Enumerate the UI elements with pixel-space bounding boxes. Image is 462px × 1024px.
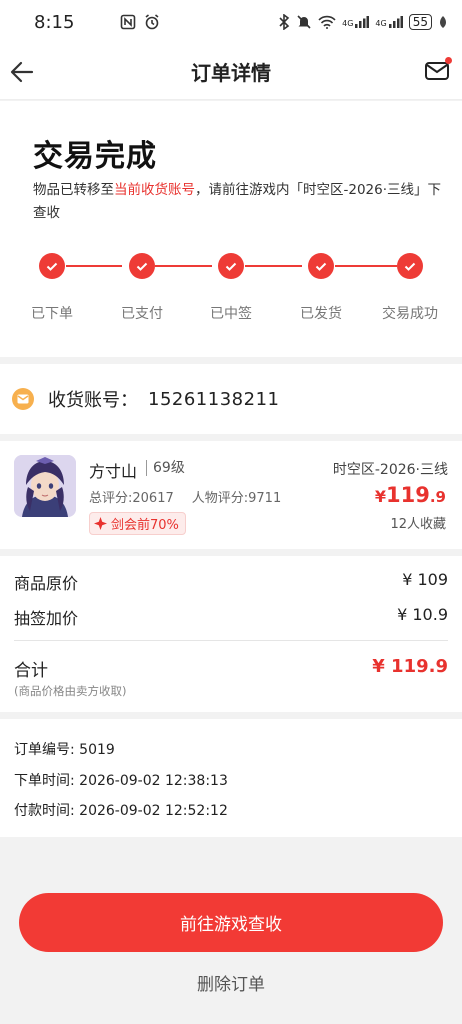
price-breakdown-card: 商品原价 ¥ 109 抽签加价 ¥ 10.9 合计 (商品价格由卖方收取) ¥ … bbox=[0, 556, 462, 712]
account-label: 收货账号： bbox=[48, 390, 138, 411]
character-avatar bbox=[14, 455, 76, 517]
rank-badge-text: 剑会前70% bbox=[111, 518, 179, 533]
go-to-game-button[interactable]: 前往游戏查收 bbox=[19, 893, 443, 952]
back-arrow-icon[interactable] bbox=[8, 58, 36, 86]
step-check-icon bbox=[129, 253, 155, 279]
step-label: 已发货 bbox=[300, 306, 342, 322]
step-label: 已下单 bbox=[31, 306, 73, 322]
step-check-icon bbox=[308, 253, 334, 279]
delete-order-button[interactable]: 删除订单 bbox=[181, 968, 281, 996]
wifi-icon bbox=[318, 15, 336, 29]
signal-icon: 4G bbox=[375, 16, 403, 28]
status-desc-prefix: 物品已转移至 bbox=[33, 182, 114, 198]
leaf-icon bbox=[440, 16, 446, 28]
order-info-card: 订单编号: 5019 下单时间: 2026-09-02 12:38:13 付款时… bbox=[0, 719, 462, 837]
nav-bar: 订单详情 bbox=[0, 44, 462, 100]
draw-markup-label: 抽签加价 bbox=[14, 609, 79, 628]
alarm-icon bbox=[145, 14, 159, 30]
favorites-count: 12人收藏 bbox=[390, 517, 446, 532]
step-label: 已支付 bbox=[121, 306, 163, 322]
signal-label: 4G bbox=[342, 19, 354, 28]
status-description: 物品已转移至当前收货账号，请前往游戏内「时空区-2026·三线」下查收 bbox=[33, 179, 443, 225]
item-scores: 总评分:20617 人物评分:9711 bbox=[89, 487, 281, 506]
order-number: 订单编号: 5019 bbox=[14, 742, 115, 758]
order-created-time: 下单时间: 2026-09-02 12:38:13 bbox=[14, 773, 228, 789]
step-connector bbox=[335, 265, 397, 267]
step-connector bbox=[245, 265, 302, 267]
step-check-icon bbox=[39, 253, 65, 279]
role-score: 人物评分:9711 bbox=[191, 491, 282, 506]
status-time: 8:15 bbox=[34, 11, 75, 33]
character-level: 69级 bbox=[146, 460, 185, 476]
total-score: 总评分:20617 bbox=[89, 491, 174, 506]
status-desc-highlight: 当前收货账号 bbox=[114, 182, 195, 198]
step-check-icon bbox=[397, 253, 423, 279]
receiving-account-row: 收货账号： 15261138211 bbox=[0, 364, 462, 434]
item-price: ¥119.9 bbox=[375, 483, 446, 507]
step-label: 已中签 bbox=[210, 306, 252, 322]
signal-icon: 4G bbox=[342, 16, 370, 28]
bluetooth-icon bbox=[279, 14, 290, 30]
rank-badge: 剑会前70% bbox=[89, 512, 186, 535]
order-status-card: 交易完成 物品已转移至当前收货账号，请前往游戏内「时空区-2026·三线」下查收… bbox=[0, 101, 462, 357]
original-price-row: 商品原价 ¥ 109 bbox=[14, 570, 448, 594]
message-button[interactable] bbox=[424, 57, 452, 82]
character-name: 方寸山 bbox=[89, 462, 138, 481]
step-check-icon bbox=[218, 253, 244, 279]
price-decimal: .9 bbox=[429, 488, 446, 506]
server-name: 时空区-2026·三线 bbox=[332, 462, 448, 478]
status-bar: 8:15 4G 4G 55 bbox=[0, 0, 462, 44]
total-label: 合计 bbox=[14, 661, 48, 681]
account-value: 15261138211 bbox=[148, 388, 280, 410]
nfc-icon bbox=[121, 14, 136, 30]
item-card[interactable]: 方寸山 69级 总评分:20617 人物评分:9711 剑会前70% 时空区-20… bbox=[0, 441, 462, 549]
step-connector bbox=[66, 265, 122, 267]
order-paid-time: 付款时间: 2026-09-02 12:52:12 bbox=[14, 803, 228, 819]
status-headline: 交易完成 bbox=[33, 139, 157, 174]
price-symbol: ¥ bbox=[374, 487, 387, 506]
mute-icon bbox=[297, 15, 311, 29]
sparkle-icon bbox=[94, 517, 107, 530]
notification-dot bbox=[445, 57, 452, 64]
price-integer: 119 bbox=[386, 483, 430, 507]
step-connector bbox=[155, 265, 212, 267]
progress-steps: 已下单 已支付 已中签 已发货 交易成功 bbox=[0, 253, 462, 333]
signal-label: 4G bbox=[375, 19, 387, 28]
total-price: ¥ 119.9 bbox=[372, 656, 448, 677]
draw-markup-value: ¥ 10.9 bbox=[397, 605, 448, 624]
draw-markup-row: 抽签加价 ¥ 10.9 bbox=[14, 605, 448, 629]
page-title: 订单详情 bbox=[191, 61, 271, 85]
step-label: 交易成功 bbox=[382, 306, 438, 322]
battery-indicator: 55 bbox=[408, 14, 432, 30]
envelope-icon bbox=[12, 388, 34, 410]
original-price-label: 商品原价 bbox=[14, 574, 79, 593]
original-price-value: ¥ 109 bbox=[402, 570, 448, 589]
total-note: (商品价格由卖方收取) bbox=[14, 684, 127, 698]
divider bbox=[14, 640, 448, 641]
